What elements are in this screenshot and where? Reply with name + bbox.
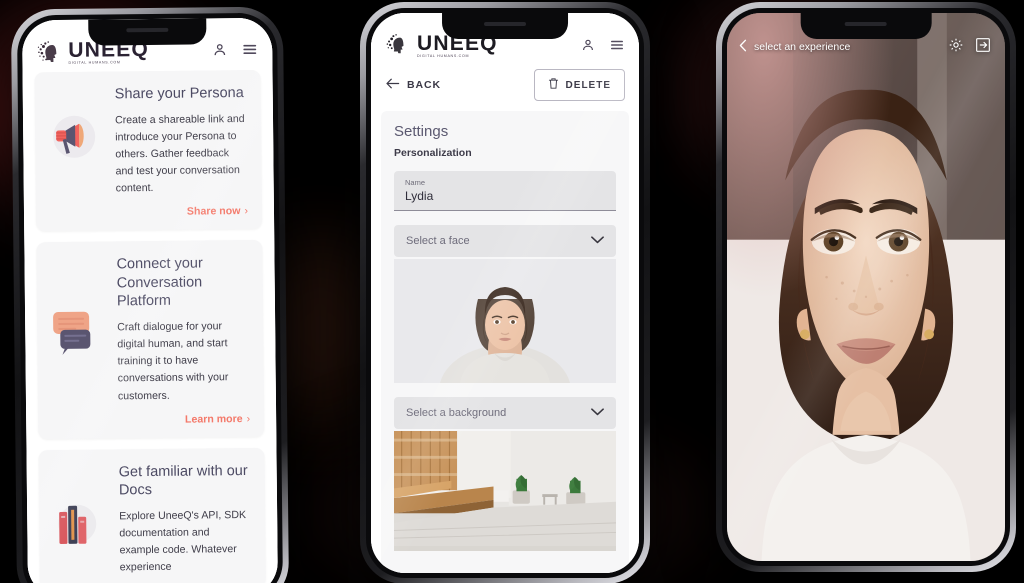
- back-button[interactable]: BACK: [385, 78, 441, 92]
- background-preview[interactable]: [394, 431, 616, 551]
- account-icon[interactable]: [581, 38, 595, 57]
- select-experience-label: select an experience: [754, 41, 851, 53]
- gear-icon[interactable]: [948, 37, 964, 58]
- settings-subheader: BACK DELETE: [371, 65, 639, 105]
- chevron-right-icon: ›: [244, 205, 249, 218]
- chevron-down-icon: [591, 407, 604, 419]
- delete-button-label: DELETE: [565, 79, 611, 91]
- experience-actions: [948, 37, 991, 58]
- phone-notch: [88, 18, 206, 46]
- card-body: Explore UneeQ's API, SDK documentation a…: [119, 508, 247, 574]
- back-button-label: BACK: [407, 79, 441, 91]
- phone-bezel: UNEEQ DIGITAL HUMANS.COM: [16, 12, 284, 583]
- chevron-left-icon: [739, 39, 747, 55]
- card-title: Share your Persona: [114, 85, 244, 103]
- select-experience-back-button[interactable]: select an experience: [739, 39, 850, 55]
- delete-button[interactable]: DELETE: [533, 69, 625, 101]
- hamburger-menu-icon[interactable]: [241, 42, 258, 62]
- phone-screen: select an experience: [727, 13, 1005, 561]
- phone-mockup-experience: select an experience: [716, 2, 1016, 572]
- phone-mockup-settings: UNEEQ DIGITAL HUMANS.COM BACK DELETE Set…: [360, 2, 650, 583]
- uneeq-app-settings: UNEEQ DIGITAL HUMANS.COM BACK DELETE Set…: [371, 13, 639, 573]
- live-experience-view: select an experience: [727, 13, 1005, 561]
- account-icon[interactable]: [212, 42, 227, 62]
- select-background-label: Select a background: [406, 407, 507, 419]
- name-field-label: Name: [405, 178, 426, 187]
- phone-notch: [442, 13, 568, 39]
- chevron-down-icon: [591, 235, 604, 247]
- chevron-right-icon: ›: [246, 412, 251, 425]
- phone-mockup-home: UNEEQ DIGITAL HUMANS.COM Share your Pers…: [10, 6, 290, 583]
- card-connect-conversation-platform[interactable]: Connect your Conversation Platform Craft…: [36, 240, 265, 439]
- chat-bubbles-illustration-icon: [47, 304, 102, 359]
- uneeq-app-home: UNEEQ DIGITAL HUMANS.COM Share your Pers…: [21, 17, 279, 583]
- app-header-actions: [581, 38, 625, 59]
- page-title: Settings: [394, 123, 449, 140]
- megaphone-illustration-icon: [45, 110, 100, 165]
- card-get-familiar-docs[interactable]: Get familiar with our Docs Explore UneeQ…: [38, 447, 266, 583]
- face-preview[interactable]: [394, 259, 616, 383]
- screenshot-stage: UNEEQ DIGITAL HUMANS.COM Share your Pers…: [0, 0, 1024, 583]
- exit-icon[interactable]: [975, 37, 991, 58]
- learn-more-link[interactable]: Learn more ›: [52, 413, 250, 427]
- card-cta-label: Share now: [186, 205, 241, 218]
- brand-tagline: DIGITAL HUMANS.COM: [417, 54, 470, 59]
- hamburger-menu-icon[interactable]: [609, 38, 625, 57]
- card-title: Get familiar with our Docs: [118, 462, 248, 499]
- office-lobby-background-preview-image: [394, 431, 616, 546]
- dashboard-card-list[interactable]: Share your Persona Create a shareable li…: [22, 69, 279, 583]
- card-body: Craft dialogue for your digital human, a…: [117, 320, 229, 402]
- card-title: Connect your Conversation Platform: [116, 255, 203, 310]
- uneeq-head-mark-icon: [36, 40, 62, 66]
- phone-screen: UNEEQ DIGITAL HUMANS.COM: [21, 17, 279, 583]
- section-title: Personalization: [394, 147, 472, 159]
- trash-icon: [548, 77, 559, 93]
- phone-notch: [800, 13, 932, 39]
- card-cta-label: Learn more: [184, 412, 243, 426]
- select-background-dropdown[interactable]: Select a background: [394, 397, 616, 429]
- settings-panel: Settings Personalization Name Lydia Sele…: [381, 111, 629, 573]
- select-face-label: Select a face: [406, 235, 470, 247]
- digital-human-video-feed: [727, 13, 1005, 561]
- uneeq-head-mark-icon: [385, 33, 411, 59]
- phone-bezel: select an experience: [722, 8, 1010, 566]
- brand-tagline: DIGITAL HUMANS.COM: [68, 60, 121, 66]
- digital-human-face-preview-image: [394, 259, 616, 383]
- app-header-actions: [212, 42, 258, 64]
- card-body: Create a shareable link and introduce yo…: [114, 112, 245, 195]
- phone-bezel: UNEEQ DIGITAL HUMANS.COM: [366, 8, 644, 578]
- phone-screen: UNEEQ DIGITAL HUMANS.COM: [371, 13, 639, 573]
- arrow-left-icon: [385, 78, 400, 92]
- card-share-persona[interactable]: Share your Persona Create a shareable li…: [34, 69, 263, 232]
- select-face-dropdown[interactable]: Select a face: [394, 225, 616, 257]
- books-illustration-icon: [49, 495, 104, 550]
- name-field-value: Lydia: [405, 189, 434, 203]
- name-field[interactable]: Name Lydia: [394, 171, 616, 211]
- share-now-link[interactable]: Share now ›: [50, 205, 248, 219]
